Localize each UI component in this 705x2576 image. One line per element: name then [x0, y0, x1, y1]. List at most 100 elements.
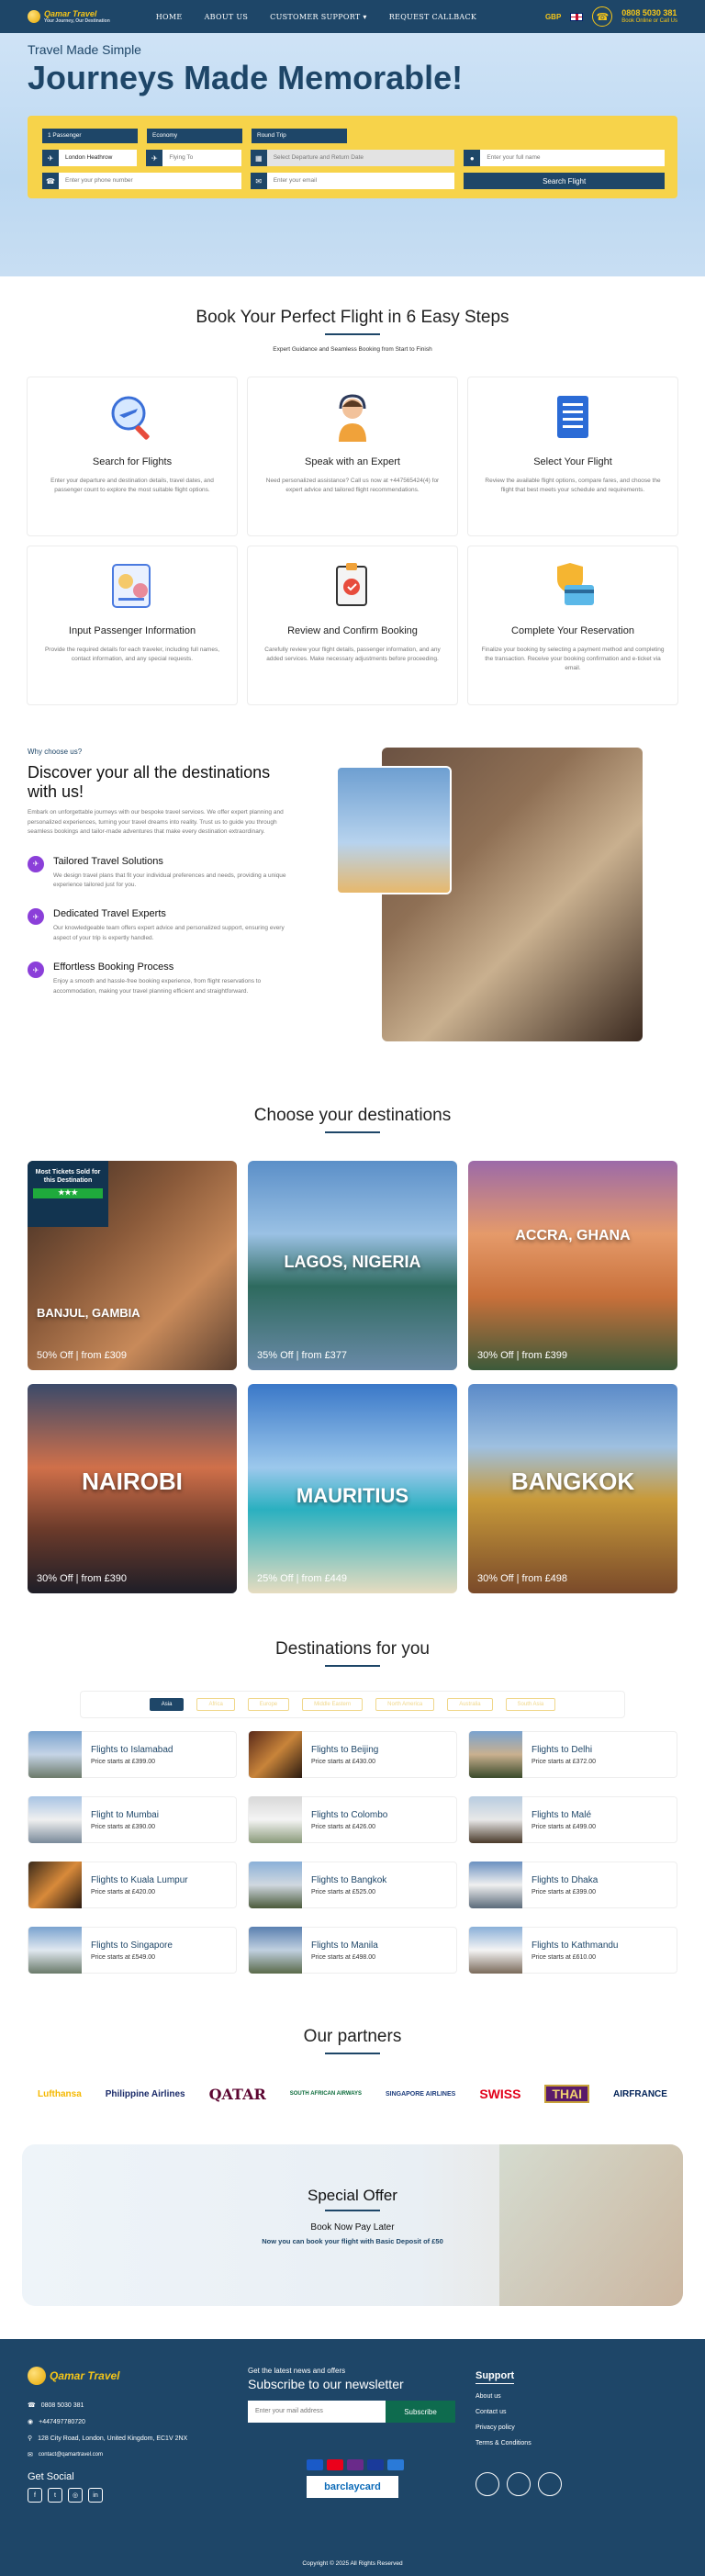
flight-card[interactable]: Flights to Malé Price starts at £499.00 — [468, 1796, 677, 1843]
flight-card[interactable]: Flights to Kathmandu Price starts at £610… — [468, 1927, 677, 1974]
menu-home[interactable]: HOME — [156, 13, 183, 21]
menu-about[interactable]: ABOUT US — [205, 13, 249, 21]
flight-image — [469, 1927, 522, 1974]
passenger-select[interactable]: 1 Passenger — [42, 129, 138, 143]
step-text: Review the available flight options, com… — [485, 478, 661, 494]
maestro-icon — [347, 2459, 364, 2470]
logo[interactable]: Qamar Travel Your Journey, Our Destinatio… — [28, 9, 110, 24]
region-tabs: Asia Africa Europe Middle Eastern North … — [80, 1691, 625, 1718]
destination-card[interactable]: BANGKOK 30% Off | from £498 — [468, 1384, 677, 1593]
date-input[interactable]: Select Departure and Return Date — [266, 150, 455, 166]
support-title: Support — [476, 2370, 515, 2384]
subscribe-button[interactable]: Subscribe — [386, 2401, 455, 2423]
feature-item: ✈ Tailored Travel Solutions We design tra… — [28, 855, 294, 891]
menu-customer-support[interactable]: CUSTOMER SUPPORT ▾ — [270, 13, 367, 21]
flight-card[interactable]: Flights to Kuala Lumpur Price starts at £… — [28, 1862, 237, 1908]
tata-badge-icon — [507, 2472, 531, 2496]
copyright: Copyright © 2025 All Rights Reserved — [302, 2560, 403, 2567]
menu-request-callback[interactable]: REQUEST CALLBACK — [389, 13, 476, 21]
twitter-icon[interactable]: t — [48, 2488, 62, 2503]
visa-icon — [367, 2459, 384, 2470]
class-select[interactable]: Economy — [147, 129, 242, 143]
from-input[interactable]: London Heathrow — [59, 150, 138, 166]
name-input[interactable]: Enter your full name — [480, 150, 665, 166]
destination-card[interactable]: Most Tickets Sold for this Destination ★★… — [28, 1161, 237, 1370]
email-input[interactable]: Enter your email — [266, 173, 455, 189]
main-menu: HOME ABOUT US CUSTOMER SUPPORT ▾ REQUEST… — [156, 13, 476, 21]
flight-card[interactable]: Flight to Mumbai Price starts at £390.00 — [28, 1796, 237, 1843]
destination-card[interactable]: LAGOS, NIGERIA 35% Off | from £377 — [248, 1161, 457, 1370]
step-text: Finalize your booking by selecting a pay… — [481, 647, 665, 672]
footer-phone[interactable]: 0808 5030 381 — [41, 2402, 84, 2409]
search-flight-button[interactable]: Search Flight — [464, 173, 665, 189]
instagram-icon[interactable]: ◎ — [68, 2488, 83, 2503]
footer-logo[interactable]: Qamar Travel — [28, 2367, 229, 2385]
footer-link-contact[interactable]: Contact us — [476, 2409, 659, 2415]
partners-title: Our partners — [303, 2027, 402, 2046]
footer-link-about[interactable]: About us — [476, 2393, 659, 2400]
header-phone[interactable]: 0808 5030 381 — [621, 8, 677, 17]
tab-europe[interactable]: Europe — [247, 1698, 290, 1711]
flight-price: Price starts at £499.00 — [532, 1823, 597, 1830]
destination-price: 50% Off | from £309 — [37, 1350, 128, 1361]
step-title: Select Your Flight — [533, 456, 612, 467]
special-offer-banner: Special Offer Book Now Pay Later Now you… — [22, 2144, 683, 2306]
step-title: Complete Your Reservation — [511, 625, 634, 636]
currency-selector[interactable]: GBP — [545, 13, 561, 21]
footer-whatsapp[interactable]: +447497780720 — [39, 2419, 85, 2425]
newsletter-title: Subscribe to our newsletter — [248, 2377, 404, 2391]
hero: Travel Made Simple Journeys Made Memorab… — [0, 33, 705, 276]
flight-card[interactable]: Flights to Bangkok Price starts at £525.0… — [248, 1862, 457, 1908]
money-image — [499, 2144, 683, 2306]
hero-title: Journeys Made Memorable! — [28, 59, 464, 96]
linkedin-icon[interactable]: in — [88, 2488, 103, 2503]
footer-email[interactable]: contact@qamartravel.com — [39, 2452, 103, 2458]
tab-australia[interactable]: Australia — [447, 1698, 493, 1711]
passenger-form-icon — [106, 559, 159, 613]
to-input[interactable]: Flying To — [162, 150, 241, 166]
flight-image — [469, 1862, 522, 1908]
destination-name: NAIROBI — [82, 1468, 183, 1496]
flight-card[interactable]: Flights to Colombo Price starts at £426.0… — [248, 1796, 457, 1843]
footer-link-terms[interactable]: Terms & Conditions — [476, 2440, 659, 2447]
footer-link-privacy[interactable]: Privacy policy — [476, 2424, 659, 2431]
flight-card[interactable]: Flights to Singapore Price starts at £549… — [28, 1927, 237, 1974]
steps-subtitle: Expert Guidance and Seamless Booking fro… — [273, 346, 432, 353]
flight-card[interactable]: Flights to Islamabad Price starts at £399… — [28, 1731, 237, 1778]
feature-title: Dedicated Travel Experts — [53, 908, 166, 920]
destination-name: LAGOS, NIGERIA — [284, 1253, 421, 1272]
destination-price: 30% Off | from £390 — [37, 1573, 128, 1584]
flight-card[interactable]: Flights to Delhi Price starts at £372.00 — [468, 1731, 677, 1778]
footer-address: 128 City Road, London, United Kingdom, E… — [38, 2435, 188, 2442]
logo-icon — [28, 10, 40, 23]
departure-plane-icon: ✈ — [42, 150, 59, 166]
phone-icon: ☎ — [28, 2402, 36, 2409]
phone-icon: ☎ — [592, 6, 613, 27]
destination-card[interactable]: NAIROBI 30% Off | from £390 — [28, 1384, 237, 1593]
phone-input[interactable]: Enter your phone number — [59, 173, 241, 189]
tab-north-america[interactable]: North America — [375, 1698, 435, 1711]
feature-text: We design travel plans that fit your ind… — [53, 872, 286, 888]
flight-card[interactable]: Flights to Dhaka Price starts at £399.00 — [468, 1862, 677, 1908]
step-card: Select Your Flight Review the available … — [467, 377, 678, 536]
trip-type-select[interactable]: Round Trip — [252, 129, 347, 143]
flight-title: Flights to Colombo — [311, 1809, 388, 1820]
facebook-icon[interactable]: f — [28, 2488, 42, 2503]
flight-card[interactable]: Flights to Manila Price starts at £498.00 — [248, 1927, 457, 1974]
phone-field-icon: ☎ — [42, 173, 59, 189]
flight-price: Price starts at £498.00 — [311, 1953, 376, 1961]
mastercard-icon — [327, 2459, 343, 2470]
title-underline — [325, 1665, 380, 1667]
destination-card[interactable]: MAURITIUS 25% Off | from £449 — [248, 1384, 457, 1593]
footer-logo-text: Qamar Travel — [50, 2369, 120, 2382]
uk-flag-icon[interactable] — [570, 12, 584, 21]
destination-card[interactable]: ACCRA, GHANA 30% Off | from £399 — [468, 1161, 677, 1370]
tab-south-asia[interactable]: South Asia — [505, 1698, 556, 1711]
flight-card[interactable]: Flights to Beijing Price starts at £430.0… — [248, 1731, 457, 1778]
feature-item: ✈ Effortless Booking Process Enjoy a smoo… — [28, 962, 294, 996]
tab-asia[interactable]: Asia — [149, 1698, 185, 1711]
tab-africa[interactable]: Africa — [196, 1698, 235, 1711]
tab-middle-eastern[interactable]: Middle Eastern — [302, 1698, 364, 1711]
partners-row: Lufthansa Philippine Airlines QATAR SOUT… — [0, 2080, 705, 2108]
newsletter-email-input[interactable]: Enter your mail address — [248, 2401, 386, 2423]
